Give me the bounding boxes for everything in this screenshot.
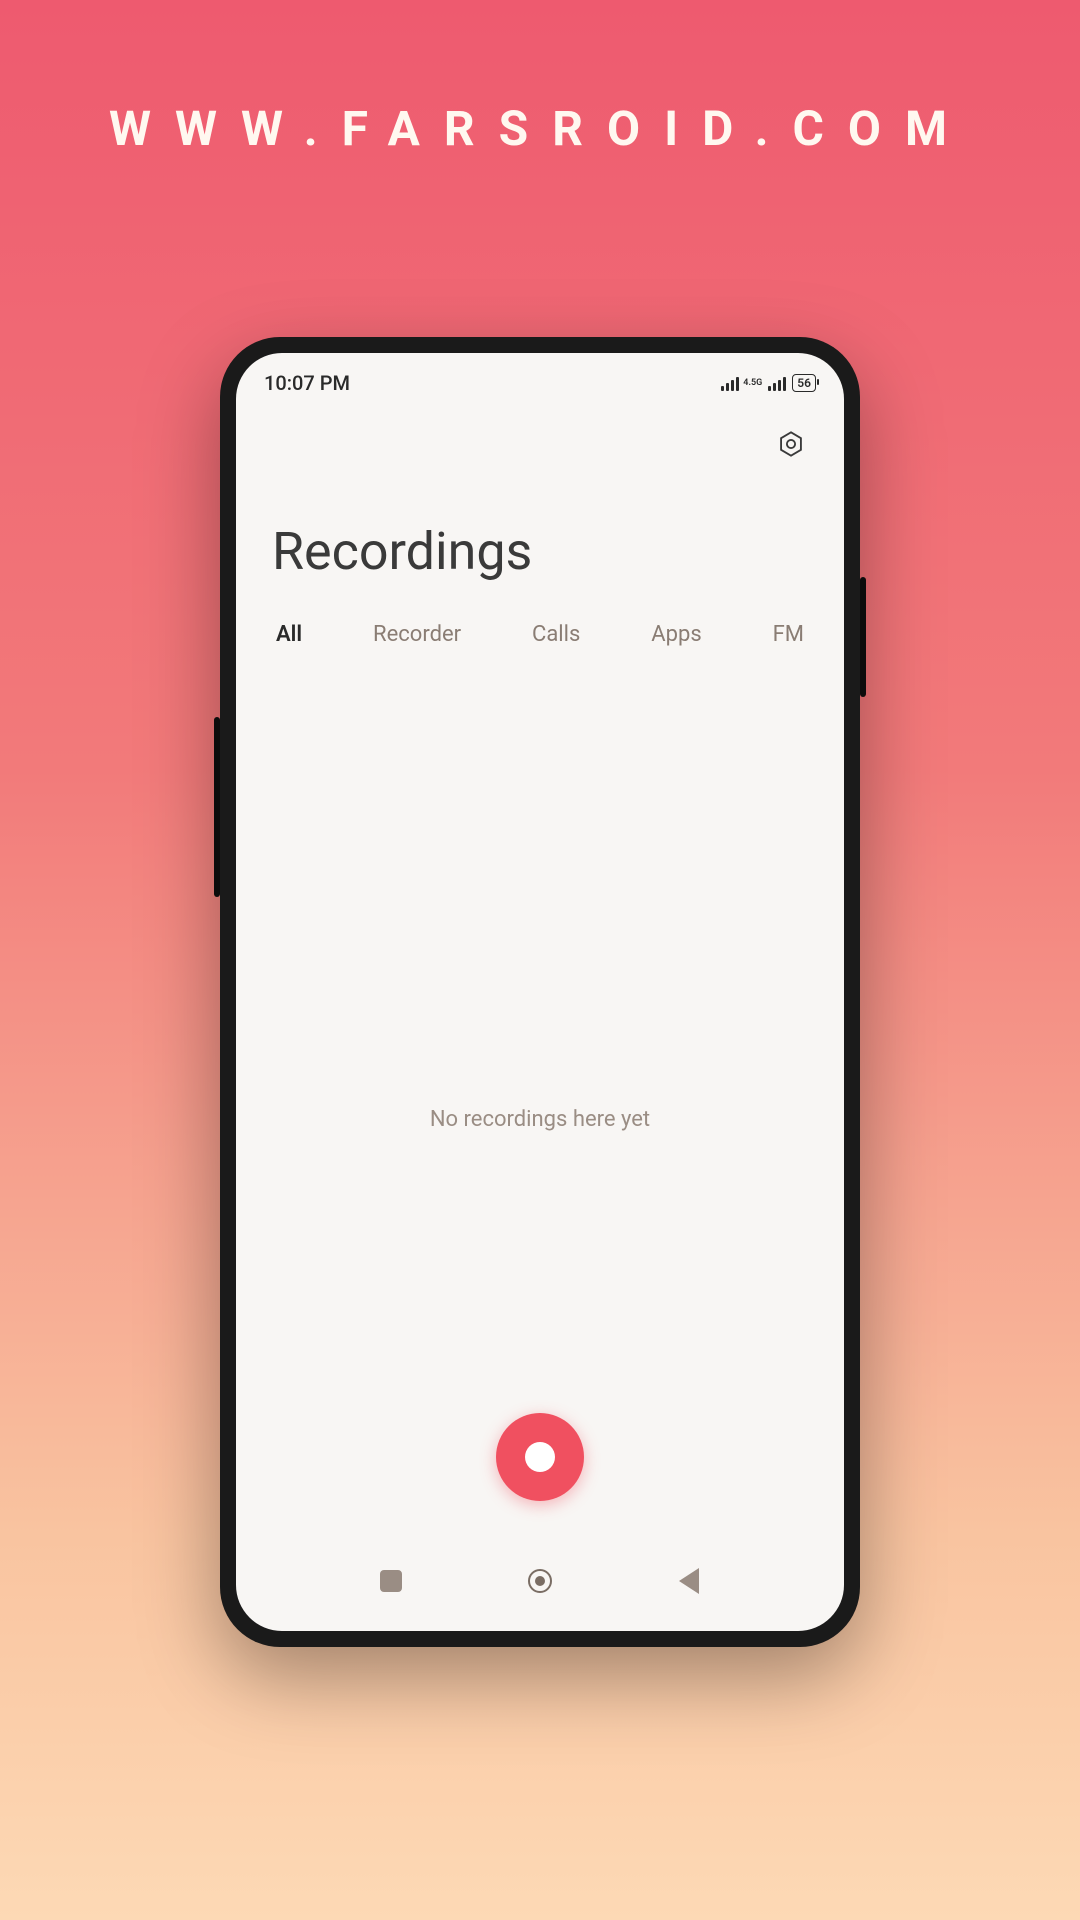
gear-icon	[777, 430, 805, 458]
tab-apps[interactable]: Apps	[651, 622, 701, 647]
record-icon	[525, 1442, 555, 1472]
phone-power-button	[860, 577, 866, 697]
status-time: 10:07 PM	[264, 371, 350, 395]
tab-calls[interactable]: Calls	[532, 622, 580, 647]
back-icon	[679, 1568, 699, 1594]
home-icon	[528, 1569, 552, 1593]
app-bar	[236, 403, 844, 471]
phone-mockup: 10:07 PM 4.5G 56	[220, 337, 860, 1647]
page-title: Recordings	[236, 471, 844, 622]
nav-back-button[interactable]	[675, 1567, 703, 1595]
phone-frame: 10:07 PM 4.5G 56	[220, 337, 860, 1647]
tabs-row: All Recorder Calls Apps FM	[236, 622, 844, 667]
watermark-text: WWW.FARSROID.COM	[109, 100, 971, 157]
status-right-cluster: 4.5G 56	[721, 374, 816, 392]
tab-fm[interactable]: FM	[773, 622, 804, 647]
navigation-bar	[236, 1541, 844, 1631]
nav-recents-button[interactable]	[377, 1567, 405, 1595]
tab-recorder[interactable]: Recorder	[373, 622, 461, 647]
tab-all[interactable]: All	[276, 622, 302, 647]
signal-icon-secondary	[768, 375, 786, 391]
phone-screen: 10:07 PM 4.5G 56	[236, 353, 844, 1631]
record-button[interactable]	[496, 1413, 584, 1501]
settings-button[interactable]	[774, 427, 808, 461]
battery-indicator: 56	[792, 374, 816, 392]
network-type-label: 4.5G	[743, 378, 762, 388]
signal-icon	[721, 375, 739, 391]
recents-icon	[380, 1570, 402, 1592]
nav-home-button[interactable]	[526, 1567, 554, 1595]
status-bar: 10:07 PM 4.5G 56	[236, 353, 844, 403]
